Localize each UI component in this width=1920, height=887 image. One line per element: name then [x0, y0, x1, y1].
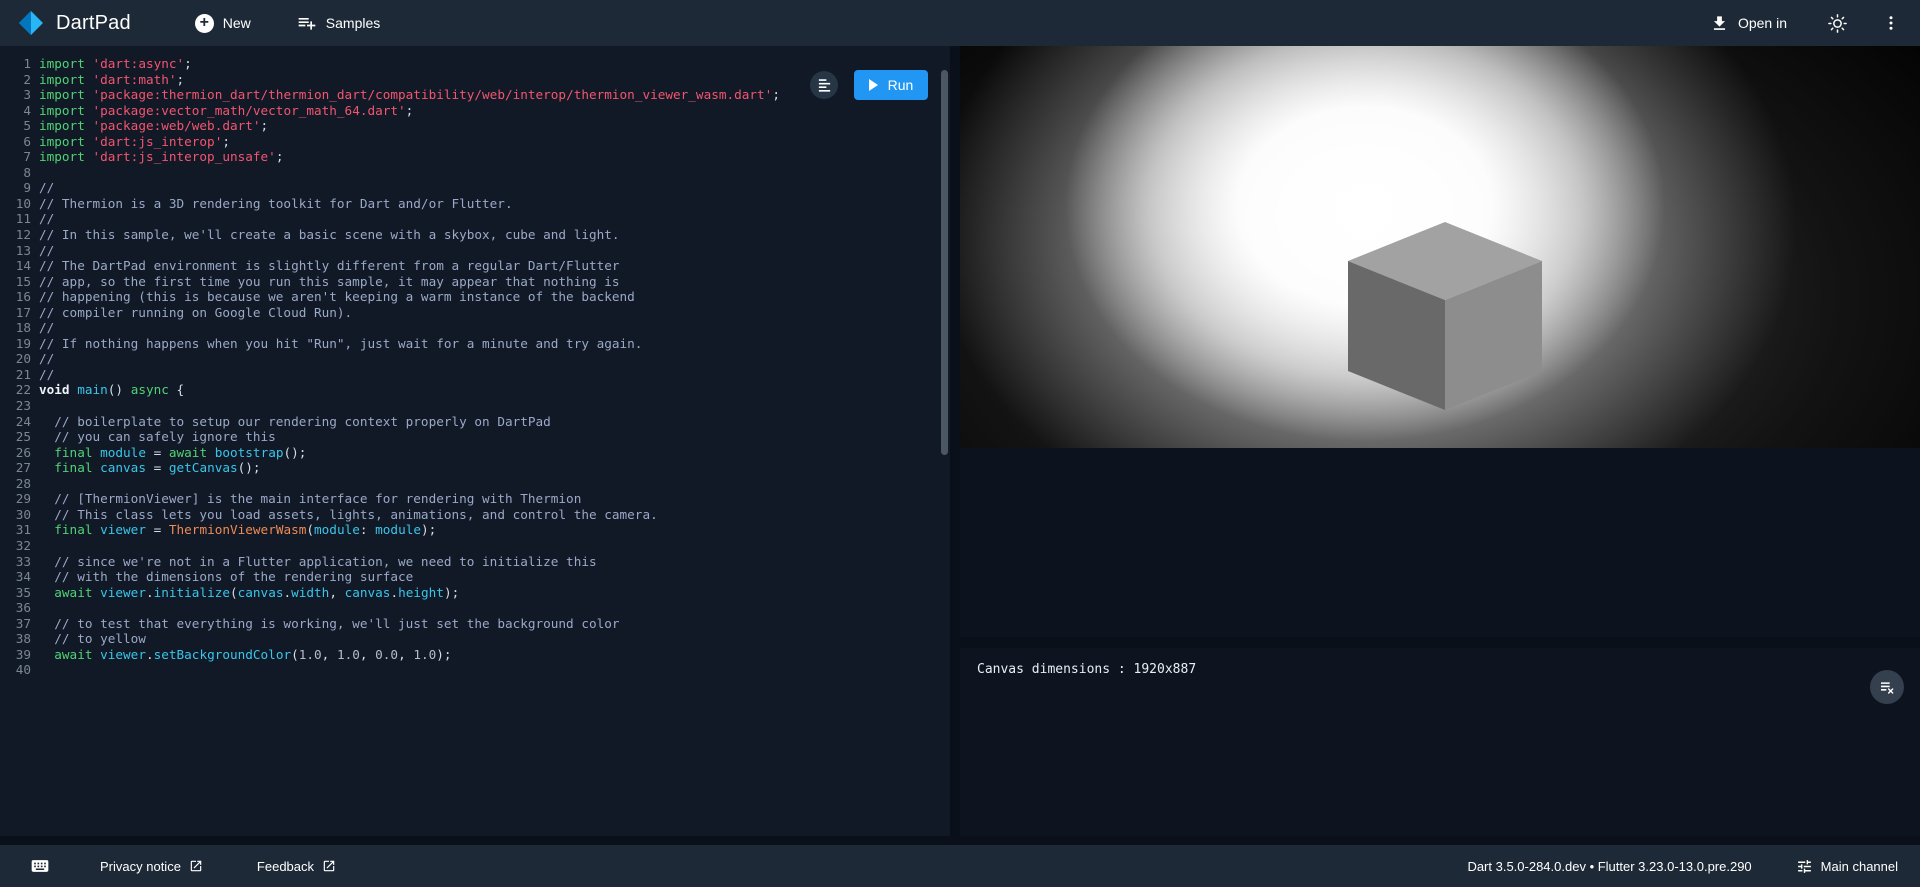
playlist-add-icon	[297, 13, 317, 33]
topbar-right: Open in	[1702, 7, 1906, 40]
kebab-menu-icon	[1882, 14, 1900, 32]
top-bar: DartPad New Samples Open in	[0, 0, 1920, 46]
cube-3d	[1348, 222, 1542, 410]
dartpad-app: DartPad New Samples Open in	[0, 0, 1920, 887]
format-icon	[817, 78, 832, 93]
brightness-toggle-button[interactable]	[1821, 7, 1854, 40]
footer-right: Dart 3.5.0-284.0.dev • Flutter 3.23.0-13…	[1467, 858, 1898, 875]
clear-console-button[interactable]	[1870, 670, 1904, 704]
dartpad-logo	[18, 10, 44, 36]
version-text: Dart 3.5.0-284.0.dev • Flutter 3.23.0-13…	[1467, 859, 1751, 874]
render-output-panel	[960, 46, 1920, 637]
privacy-notice-label: Privacy notice	[100, 859, 181, 874]
bottom-bar: Privacy notice Feedback Dart 3.5.0-284.0…	[0, 845, 1920, 887]
feedback-link[interactable]: Feedback	[251, 858, 342, 875]
samples-button-label: Samples	[326, 15, 380, 31]
overflow-menu-button[interactable]	[1876, 8, 1906, 38]
open-in-new-icon	[322, 859, 336, 873]
console-output: Canvas dimensions : 1920x887	[977, 662, 1196, 677]
channel-selector[interactable]: Main channel	[1796, 858, 1898, 875]
run-button-label: Run	[888, 77, 914, 93]
clear-console-icon	[1879, 679, 1895, 695]
privacy-notice-link[interactable]: Privacy notice	[94, 858, 209, 875]
new-button[interactable]: New	[187, 8, 259, 39]
open-in-label: Open in	[1738, 15, 1787, 31]
render-canvas[interactable]	[960, 46, 1920, 448]
code-scroll-area: 1234567891011121314151617181920212223242…	[0, 56, 936, 678]
samples-button[interactable]: Samples	[289, 7, 388, 39]
app-title: DartPad	[56, 12, 131, 35]
open-in-new-icon	[189, 859, 203, 873]
feedback-label: Feedback	[257, 859, 314, 874]
editor-scrollbar-thumb[interactable]	[941, 70, 948, 455]
add-circle-icon	[195, 14, 214, 33]
console-panel: Canvas dimensions : 1920x887	[960, 648, 1920, 836]
download-icon	[1710, 14, 1729, 33]
keyboard-icon	[30, 856, 50, 876]
play-icon	[869, 79, 878, 91]
run-button[interactable]: Run	[854, 70, 928, 100]
line-numbers: 1234567891011121314151617181920212223242…	[0, 56, 31, 678]
open-in-button[interactable]: Open in	[1702, 8, 1795, 39]
new-button-label: New	[223, 15, 251, 31]
editor-actions: Run	[810, 70, 928, 100]
brightness-icon	[1827, 13, 1848, 34]
brand: DartPad	[18, 10, 131, 36]
channel-label: Main channel	[1821, 859, 1898, 874]
keyboard-shortcuts-button[interactable]	[24, 850, 56, 882]
tune-icon	[1796, 858, 1813, 875]
code-lines[interactable]: import 'dart:async';import 'dart:math';i…	[39, 56, 780, 678]
format-button[interactable]	[810, 71, 838, 99]
code-editor-panel[interactable]: 1234567891011121314151617181920212223242…	[0, 46, 950, 836]
